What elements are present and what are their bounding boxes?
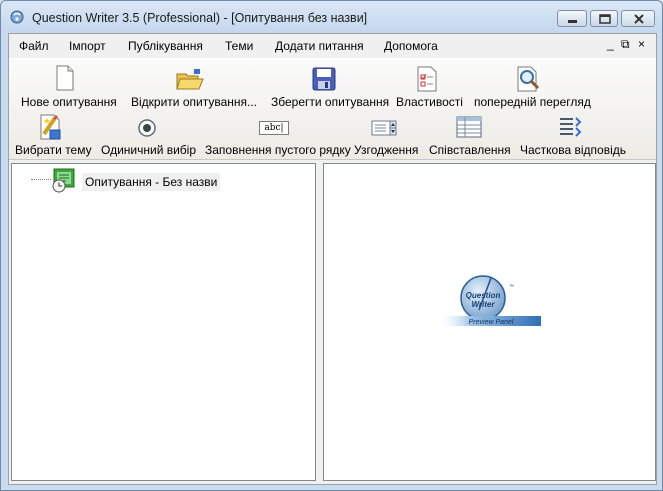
menu-import[interactable]: Імпорт <box>69 39 106 53</box>
save-disk-icon <box>312 67 336 91</box>
app-logo-icon <box>10 10 24 24</box>
matching-table-icon <box>456 116 482 138</box>
restore-button[interactable] <box>590 10 618 27</box>
open-survey-button[interactable]: Відкрити опитування... <box>127 63 257 109</box>
question-writer-preview-logo: Question Writer ™ Preview Panel <box>441 275 541 326</box>
properties-label: Властивості <box>396 95 463 109</box>
matching-button[interactable]: Співставлення <box>427 113 511 157</box>
minimize-button[interactable] <box>557 10 587 27</box>
client-area: Файл Імпорт Публікування Теми Додати пит… <box>8 33 657 485</box>
partial-answer-button[interactable]: Часткова відповідь <box>517 113 626 157</box>
save-survey-label: Зберегти опитування <box>271 95 390 109</box>
preview-label: попередній перегляд <box>474 95 591 109</box>
minimize-icon <box>568 20 577 23</box>
application-window: Question Writer 3.5 (Professional) - [Оп… <box>0 0 663 491</box>
preview-magnifier-icon <box>517 66 540 92</box>
logo-line1: Question <box>466 291 501 300</box>
fill-blank-icon: abc| <box>259 121 289 135</box>
menu-publish[interactable]: Публікування <box>128 39 203 53</box>
title-bar[interactable]: Question Writer 3.5 (Professional) - [Оп… <box>1 1 662 33</box>
close-button[interactable] <box>621 10 655 27</box>
single-choice-button[interactable]: Одиничний вибір <box>99 113 197 157</box>
preview-pane: Question Writer ™ Preview Panel <box>323 163 656 481</box>
close-icon <box>634 14 644 24</box>
survey-node-icon <box>52 168 75 193</box>
list-spinner-icon <box>371 120 397 136</box>
matching-label: Співставлення <box>429 143 511 157</box>
new-document-icon <box>56 65 74 91</box>
agreement-button[interactable]: Узгодження <box>349 113 419 157</box>
survey-tree-pane[interactable]: Опитування - Без назви <box>11 163 316 481</box>
properties-button[interactable]: Властивості <box>392 63 463 109</box>
logo-trademark: ™ <box>509 284 514 290</box>
theme-icon <box>40 114 61 140</box>
partial-answer-label: Часткова відповідь <box>520 143 626 157</box>
menu-bar: Файл Імпорт Публікування Теми Додати пит… <box>9 34 656 56</box>
logo-banner: Preview Panel <box>469 319 514 326</box>
radio-button-icon <box>138 119 156 137</box>
menu-themes[interactable]: Теми <box>225 39 253 53</box>
tree-item-survey[interactable]: Опитування - Без назви <box>50 166 221 193</box>
toolbar: Нове опитування Відкрити опитування... З… <box>9 58 656 160</box>
choose-theme-label: Вибрати тему <box>15 143 92 157</box>
properties-icon <box>417 66 437 92</box>
choose-theme-button[interactable]: Вибрати тему <box>11 113 92 157</box>
new-survey-label: Нове опитування <box>21 95 117 109</box>
open-survey-label: Відкрити опитування... <box>131 95 258 109</box>
save-survey-button[interactable]: Зберегти опитування <box>265 63 389 109</box>
fill-blank-button[interactable]: abc| Заповнення пустого рядку <box>203 113 351 157</box>
new-survey-button[interactable]: Нове опитування <box>13 63 117 109</box>
menu-file[interactable]: Файл <box>19 39 49 53</box>
mdi-restore-button[interactable]: ⧉ <box>621 37 630 52</box>
partial-answer-icon <box>560 117 582 137</box>
mdi-close-button[interactable]: × <box>638 37 645 51</box>
fill-blank-label: Заповнення пустого рядку <box>205 143 351 157</box>
pane-splitter[interactable] <box>316 163 323 481</box>
mdi-minimize-button[interactable]: _ <box>607 37 614 51</box>
single-choice-label: Одиничний вибір <box>101 143 197 157</box>
restore-icon <box>599 14 611 24</box>
menu-help[interactable]: Допомога <box>384 39 438 53</box>
logo-line2: Writer <box>472 300 496 309</box>
preview-button[interactable]: попередній перегляд <box>471 63 591 109</box>
menu-add-question[interactable]: Додати питання <box>275 39 364 53</box>
tree-connector-line <box>31 179 51 180</box>
window-title: Question Writer 3.5 (Professional) - [Оп… <box>32 11 368 25</box>
agreement-label: Узгодження <box>354 143 419 157</box>
open-folder-icon <box>176 69 204 90</box>
tree-item-label: Опитування - Без назви <box>82 173 221 191</box>
